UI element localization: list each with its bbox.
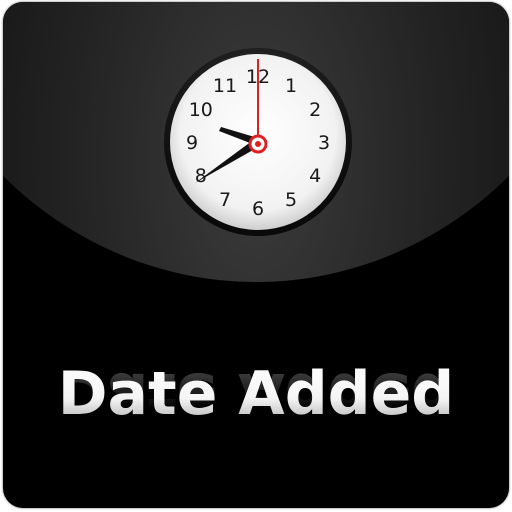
clock-number-3: 3	[318, 132, 330, 154]
clock-number-10: 10	[189, 99, 213, 121]
center-dot	[255, 141, 261, 147]
clock-number-7: 7	[219, 189, 231, 211]
clock-number-6: 6	[252, 198, 264, 220]
clock-number-1: 1	[285, 75, 297, 97]
date-added-reflection: Date Added	[57, 359, 455, 429]
clock-number-11: 11	[213, 75, 237, 97]
clock-icon: 12 1 2 3 4 5 6 7 8 9 10 11	[163, 47, 353, 237]
clock-number-5: 5	[285, 189, 297, 211]
clock-number-4: 4	[309, 165, 321, 187]
clock-number-9: 9	[186, 132, 198, 154]
clock-number-2: 2	[309, 99, 321, 121]
date-added-icon: 12 1 2 3 4 5 6 7 8 9 10 11 Date Added Date Added	[3, 2, 509, 508]
